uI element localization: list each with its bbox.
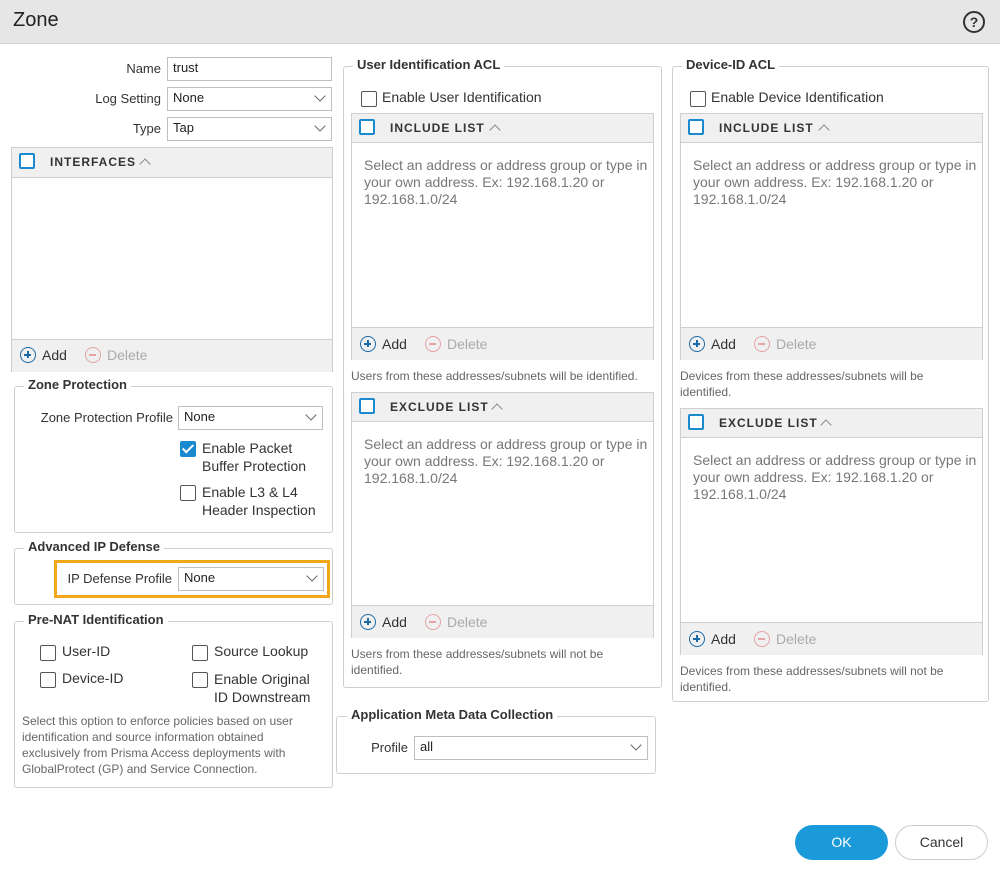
device-acl-legend: Device-ID ACL	[682, 57, 780, 72]
device-include-add-button[interactable]: Add	[711, 336, 736, 352]
user-include-list	[351, 113, 654, 360]
device-exclude-delete-button: Delete	[776, 631, 817, 647]
device-include-delete-button: Delete	[776, 336, 817, 352]
enable-original-checkbox[interactable]	[192, 672, 208, 688]
sort-ascending-icon[interactable]	[818, 122, 828, 132]
user-include-delete-button: Delete	[447, 336, 488, 352]
chevron-down-icon	[631, 741, 641, 751]
sort-ascending-icon[interactable]	[489, 122, 499, 132]
delete-icon	[754, 336, 770, 352]
ok-button[interactable]: OK	[795, 825, 888, 860]
device-include-select-all-checkbox[interactable]	[688, 119, 704, 135]
device-include-list	[680, 113, 983, 360]
source-lookup-checkbox[interactable]	[192, 645, 208, 661]
packet-buffer-checkbox[interactable]	[180, 441, 196, 457]
log-setting-value: None	[173, 90, 205, 105]
interfaces-select-all-checkbox[interactable]	[19, 153, 35, 169]
add-icon[interactable]	[20, 347, 36, 363]
user-include-header-label: INCLUDE LIST	[390, 121, 485, 135]
chevron-down-icon	[307, 572, 317, 582]
zone-protection-profile-value: None	[184, 409, 216, 424]
enable-device-id-checkbox[interactable]	[690, 91, 706, 107]
device-exclude-note: Devices from these addresses/subnets wil…	[680, 664, 944, 694]
device-include-note: Devices from these addresses/subnets wil…	[680, 369, 924, 399]
enable-user-id-label: Enable User Identification	[382, 89, 542, 105]
device-exclude-header-label: EXCLUDE LIST	[719, 416, 818, 430]
source-lookup-label: Source Lookup	[214, 643, 309, 659]
device-id-checkbox[interactable]	[40, 672, 56, 688]
cancel-button[interactable]: Cancel	[895, 825, 988, 860]
prenat-legend: Pre-NAT Identification	[24, 612, 168, 627]
ip-defense-profile-label: IP Defense Profile	[67, 571, 172, 586]
ip-defense-profile-select[interactable]: None	[178, 567, 324, 591]
interfaces-delete-button: Delete	[107, 347, 148, 363]
add-icon[interactable]	[689, 336, 705, 352]
user-include-select-all-checkbox[interactable]	[359, 119, 375, 135]
add-icon[interactable]	[360, 614, 376, 630]
interfaces-add-button[interactable]: Add	[42, 347, 67, 363]
user-id-checkbox[interactable]	[40, 645, 56, 661]
advanced-ip-legend: Advanced IP Defense	[24, 539, 164, 554]
zone-protection-profile-select[interactable]: None	[178, 406, 323, 430]
device-exclude-add-button[interactable]: Add	[711, 631, 736, 647]
delete-icon	[425, 614, 441, 630]
user-acl-legend: User Identification ACL	[353, 57, 505, 72]
zone-protection-legend: Zone Protection	[24, 377, 131, 392]
sort-ascending-icon[interactable]	[491, 401, 501, 411]
user-exclude-placeholder[interactable]: Select an address or address group or ty…	[364, 436, 649, 487]
device-include-header-label: INCLUDE LIST	[719, 121, 814, 135]
user-exclude-select-all-checkbox[interactable]	[359, 398, 375, 414]
app-meta-profile-select[interactable]: all	[414, 736, 648, 760]
zone-protection-profile-label: Zone Protection Profile	[40, 410, 173, 425]
delete-icon	[85, 347, 101, 363]
device-id-label: Device-ID	[62, 670, 124, 686]
log-setting-label: Log Setting	[95, 91, 161, 106]
user-id-label: User-ID	[62, 643, 111, 659]
sort-ascending-icon[interactable]	[820, 417, 830, 427]
user-include-placeholder[interactable]: Select an address or address group or ty…	[364, 157, 649, 208]
delete-icon	[754, 631, 770, 647]
device-include-placeholder[interactable]: Select an address or address group or ty…	[693, 157, 978, 208]
dialog-title: Zone	[13, 9, 59, 31]
user-exclude-list	[351, 392, 654, 638]
delete-icon	[425, 336, 441, 352]
dialog-titlebar	[0, 0, 1000, 44]
prenat-note: Select this option to enforce policies b…	[22, 714, 293, 776]
enable-original-label: Enable Original ID Downstream	[214, 671, 311, 705]
interfaces-header-label: INTERFACES	[50, 155, 137, 169]
l3l4-label: Enable L3 & L4 Header Inspection	[202, 484, 316, 518]
type-select[interactable]: Tap	[167, 117, 332, 141]
l3l4-checkbox[interactable]	[180, 485, 196, 501]
help-icon[interactable]: ?	[963, 11, 985, 33]
app-meta-profile-value: all	[420, 739, 434, 754]
user-include-note: Users from these addresses/subnets will …	[351, 369, 638, 383]
sort-ascending-icon[interactable]	[139, 156, 149, 166]
user-exclude-delete-button: Delete	[447, 614, 488, 630]
device-exclude-placeholder[interactable]: Select an address or address group or ty…	[693, 452, 978, 503]
device-exclude-select-all-checkbox[interactable]	[688, 414, 704, 430]
user-exclude-note: Users from these addresses/subnets will …	[351, 647, 604, 677]
ip-defense-profile-value: None	[184, 570, 216, 585]
user-include-add-button[interactable]: Add	[382, 336, 407, 352]
log-setting-select[interactable]: None	[167, 87, 332, 111]
app-meta-profile-label: Profile	[371, 740, 408, 755]
chevron-down-icon	[315, 92, 325, 102]
enable-user-id-checkbox[interactable]	[361, 91, 377, 107]
user-exclude-header-label: EXCLUDE LIST	[390, 400, 489, 414]
type-value: Tap	[173, 120, 194, 135]
app-meta-legend: Application Meta Data Collection	[347, 707, 558, 722]
add-icon[interactable]	[689, 631, 705, 647]
enable-device-id-label: Enable Device Identification	[711, 89, 884, 105]
user-exclude-add-button[interactable]: Add	[382, 614, 407, 630]
name-input[interactable]: trust	[167, 57, 332, 81]
packet-buffer-label: Enable Packet Buffer Protection	[202, 440, 307, 474]
chevron-down-icon	[315, 122, 325, 132]
name-label: Name	[126, 61, 161, 76]
chevron-down-icon	[306, 411, 316, 421]
device-exclude-list	[680, 408, 983, 655]
type-label: Type	[132, 121, 161, 136]
add-icon[interactable]	[360, 336, 376, 352]
